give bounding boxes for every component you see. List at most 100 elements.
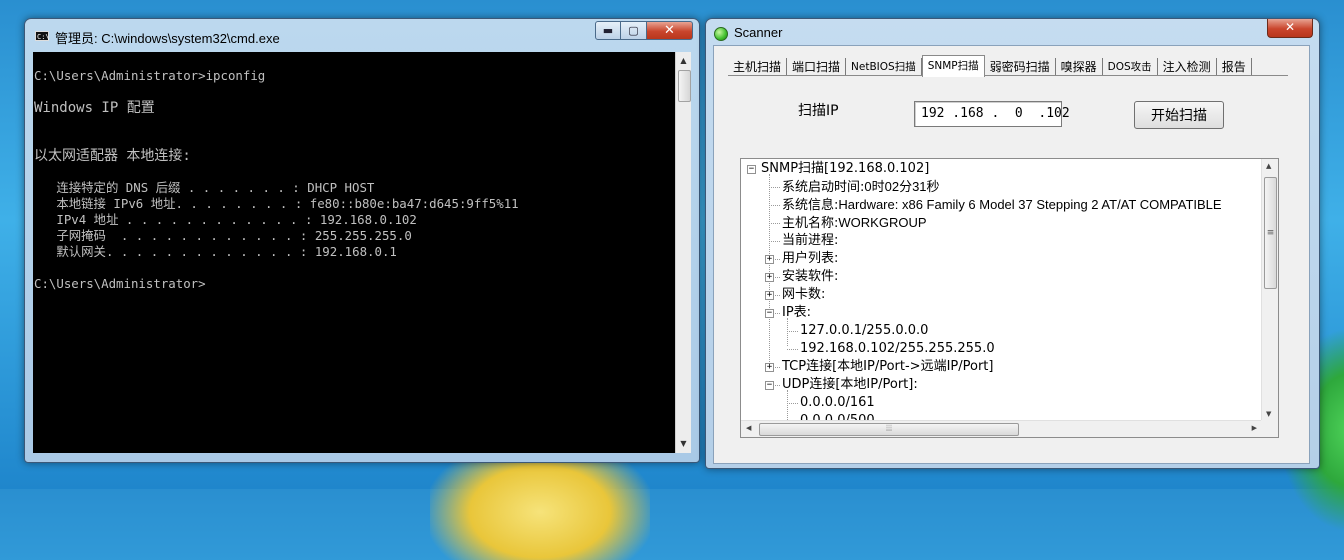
console-line: IPv4 地址 . . . . . . . . . . . . : 192.16… (34, 212, 417, 227)
tree-node-label: 系统启动时间: (782, 180, 865, 195)
tree-connector-line (769, 187, 780, 188)
tree-connector-line (787, 349, 798, 350)
tree-node-label: 当前进程: (782, 233, 839, 248)
expand-icon[interactable]: + (765, 273, 774, 282)
tree-node-value: WORKGROUP (838, 215, 927, 230)
tree-connector-line (787, 318, 788, 346)
snmp-results-tree[interactable]: SNMP扫描[192.168.0.102] − 系统启动时间:0时02分31秒 系统信… (740, 158, 1279, 438)
tab-3[interactable]: SNMP扫描 (921, 55, 985, 77)
scroll-thumb[interactable] (678, 70, 691, 102)
tree-vertical-scrollbar[interactable]: ▲ ≡ ▼ (1261, 159, 1278, 421)
tree-node-label: UDP连接[本地IP/Port]: (782, 377, 918, 392)
tree-content: SNMP扫描[192.168.0.102] − 系统启动时间:0时02分31秒 系统信… (741, 159, 1262, 421)
tree-node[interactable]: 192.168.0.102/255.255.255.0 (800, 340, 995, 358)
tab-2[interactable]: NetBIOS扫描 (846, 58, 922, 76)
cmd-window[interactable]: C:\ 管理员: C:\windows\system32\cmd.exe ▬ ▢… (24, 18, 700, 463)
console-vertical-scrollbar[interactable]: ▲ ▼ (675, 52, 691, 453)
scanner-window-title: Scanner (734, 25, 783, 40)
tree-node-label: 192.168.0.102/255.255.255.0 (800, 341, 995, 356)
tab-5[interactable]: 嗅探器 (1056, 58, 1103, 76)
start-scan-button[interactable]: 开始扫描 (1134, 101, 1224, 129)
tree-node-value: Hardware: x86 Family 6 Model 37 Stepping… (838, 197, 1222, 212)
tab-1[interactable]: 端口扫描 (787, 58, 847, 76)
scroll-up-arrow-icon[interactable]: ▲ (676, 53, 691, 69)
tree-node-label: TCP连接[本地IP/Port->远端IP/Port] (782, 359, 994, 374)
tab-0[interactable]: 主机扫描 (728, 58, 788, 76)
maximize-button[interactable]: ▢ (621, 21, 647, 40)
console-line: 以太网适配器 本地连接: (34, 148, 191, 164)
tree-node[interactable]: IP表: (782, 304, 811, 322)
expand-icon[interactable]: + (765, 363, 774, 372)
console-line: 本地链接 IPv6 地址. . . . . . . . : fe80::b80e… (34, 196, 519, 211)
tree-scroll-up-icon[interactable]: ▲ (1266, 162, 1271, 170)
close-button[interactable]: ✕ (647, 21, 693, 40)
scroll-down-arrow-icon[interactable]: ▼ (676, 436, 691, 452)
tree-node-label: 0.0.0.0/161 (800, 395, 875, 410)
cmd-window-title: 管理员: C:\windows\system32\cmd.exe (55, 31, 280, 46)
cmd-titlebar[interactable]: C:\ 管理员: C:\windows\system32\cmd.exe ▬ ▢… (25, 19, 699, 51)
tree-connector-line (769, 223, 780, 224)
scanner-client-area: 主机扫描 端口扫描 NetBIOS扫描 SNMP扫描 弱密码扫描 嗅探器 DOS攻击 注入检测… (713, 45, 1310, 464)
collapse-icon[interactable]: − (765, 309, 774, 318)
tab-4[interactable]: 弱密码扫描 (985, 58, 1056, 76)
tree-horizontal-scrollbar[interactable]: ◀ ⦙⦙⦙ ▶ (741, 420, 1262, 437)
tab-8[interactable]: 报告 (1217, 58, 1252, 76)
tab-panel-border (728, 75, 1288, 76)
expand-icon[interactable]: + (765, 255, 774, 264)
tree-scroll-left-icon[interactable]: ◀ (746, 424, 751, 432)
tree-hscroll-thumb[interactable]: ⦙⦙⦙ (759, 423, 1019, 436)
console-output[interactable]: C:\Users\Administrator>ipconfig Windows I… (33, 52, 675, 453)
tree-node-label: IP表: (782, 305, 812, 320)
tree-root-node[interactable]: SNMP扫描[192.168.0.102] (761, 160, 929, 178)
tree-connector-line (787, 390, 788, 421)
scan-ip-label: 扫描IP (798, 103, 839, 119)
tree-node[interactable]: 用户列表: (782, 250, 838, 268)
tree-node[interactable]: UDP连接[本地IP/Port]: (782, 376, 918, 394)
scanner-app-icon[interactable] (714, 27, 728, 41)
tree-node[interactable]: 当前进程: (782, 232, 838, 250)
tree-node[interactable]: 0.0.0.0/161 (800, 394, 875, 412)
tree-node-label: 用户列表: (782, 251, 839, 266)
tab-7[interactable]: 注入检测 (1158, 58, 1217, 76)
collapse-icon[interactable]: − (765, 381, 774, 390)
tree-node-label: 网卡数: (782, 287, 826, 302)
tree-scroll-right-icon[interactable]: ▶ (1252, 424, 1257, 432)
tree-connector-line (787, 331, 798, 332)
tree-node[interactable]: 127.0.0.1/255.0.0.0 (800, 322, 928, 340)
minimize-button[interactable]: ▬ (595, 21, 621, 40)
console-line: 连接特定的 DNS 后缀 . . . . . . . : DHCP HOST (34, 180, 375, 195)
expand-icon[interactable]: + (765, 291, 774, 300)
tree-vscroll-thumb[interactable]: ≡ (1264, 177, 1277, 289)
console-line: C:\Users\Administrator> (34, 276, 206, 291)
console-line: 默认网关. . . . . . . . . . . . . : 192.168.… (34, 244, 397, 259)
cmd-caption-buttons: ▬ ▢ ✕ (595, 21, 693, 41)
tree-node[interactable]: 系统信息:Hardware: x86 Family 6 Model 37 Ste… (782, 196, 1222, 214)
tree-node[interactable]: 主机名称:WORKGROUP (782, 214, 927, 232)
tree-connector-line (769, 241, 780, 242)
tree-scroll-down-icon[interactable]: ▼ (1266, 410, 1271, 418)
tree-node-value: 0时02分31秒 (864, 179, 940, 194)
tree-node[interactable]: 系统启动时间:0时02分31秒 (782, 178, 940, 196)
tree-connector-line (787, 403, 798, 404)
tree-node[interactable]: 网卡数: (782, 286, 825, 304)
tree-node-label: 127.0.0.1/255.0.0.0 (800, 323, 929, 338)
scrollbar-corner (1261, 420, 1278, 437)
tab-6[interactable]: DOS攻击 (1103, 58, 1158, 76)
collapse-icon[interactable]: − (747, 165, 756, 174)
ip-address-input[interactable]: 192 .168 . 0 .102 (914, 101, 1070, 127)
scanner-window[interactable]: Scanner ✕ 主机扫描 端口扫描 NetBIOS扫描 SNMP扫描 弱密码扫描 嗅探… (705, 18, 1320, 469)
tab-strip: 主机扫描 端口扫描 NetBIOS扫描 SNMP扫描 弱密码扫描 嗅探器 DOS攻击 注入检测… (728, 54, 1252, 77)
scanner-close-button[interactable]: ✕ (1267, 19, 1313, 38)
tree-connector-line (769, 205, 780, 206)
console-line: C:\Users\Administrator>ipconfig (34, 68, 266, 83)
tree-node[interactable]: TCP连接[本地IP/Port->远端IP/Port] (782, 358, 993, 376)
console-line: Windows IP 配置 (34, 100, 155, 116)
cmd-window-icon[interactable]: C:\ (35, 31, 50, 41)
tree-node[interactable]: 安装软件: (782, 268, 838, 286)
tree-node-label: 安装软件: (782, 269, 839, 284)
